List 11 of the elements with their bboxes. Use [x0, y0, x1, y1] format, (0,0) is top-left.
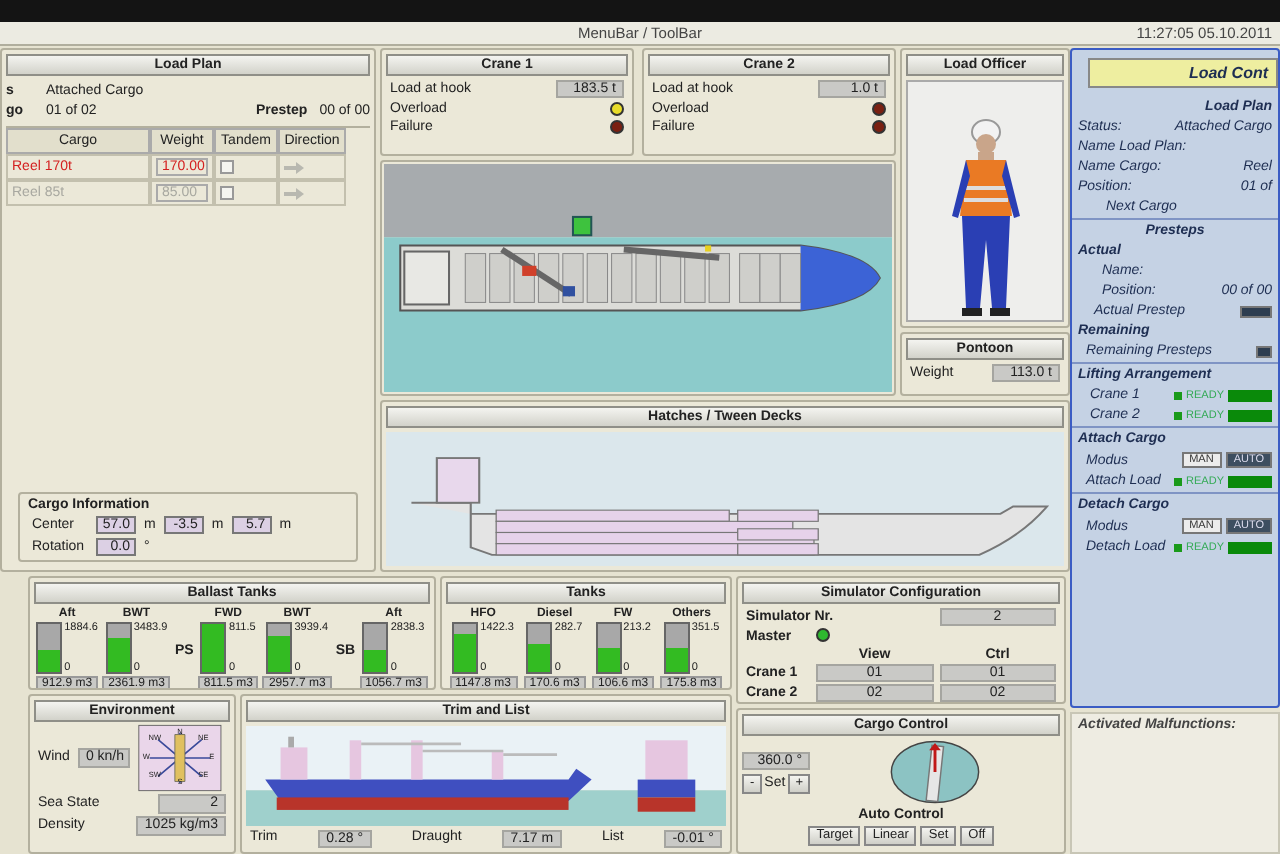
ship-stern-view-drawing [637, 740, 696, 812]
ready-bar [1228, 541, 1272, 553]
tandem-checkbox[interactable] [220, 160, 234, 174]
ready-bar [1228, 409, 1272, 421]
tandem-checkbox[interactable] [220, 186, 234, 200]
prestep-button[interactable] [1256, 345, 1272, 357]
ready-bar [1228, 475, 1272, 487]
load-control-header: Load Cont [1088, 58, 1278, 88]
prestep-button[interactable] [1240, 305, 1272, 317]
cargo-position-marker [571, 215, 593, 237]
ready-bar [1228, 389, 1272, 401]
